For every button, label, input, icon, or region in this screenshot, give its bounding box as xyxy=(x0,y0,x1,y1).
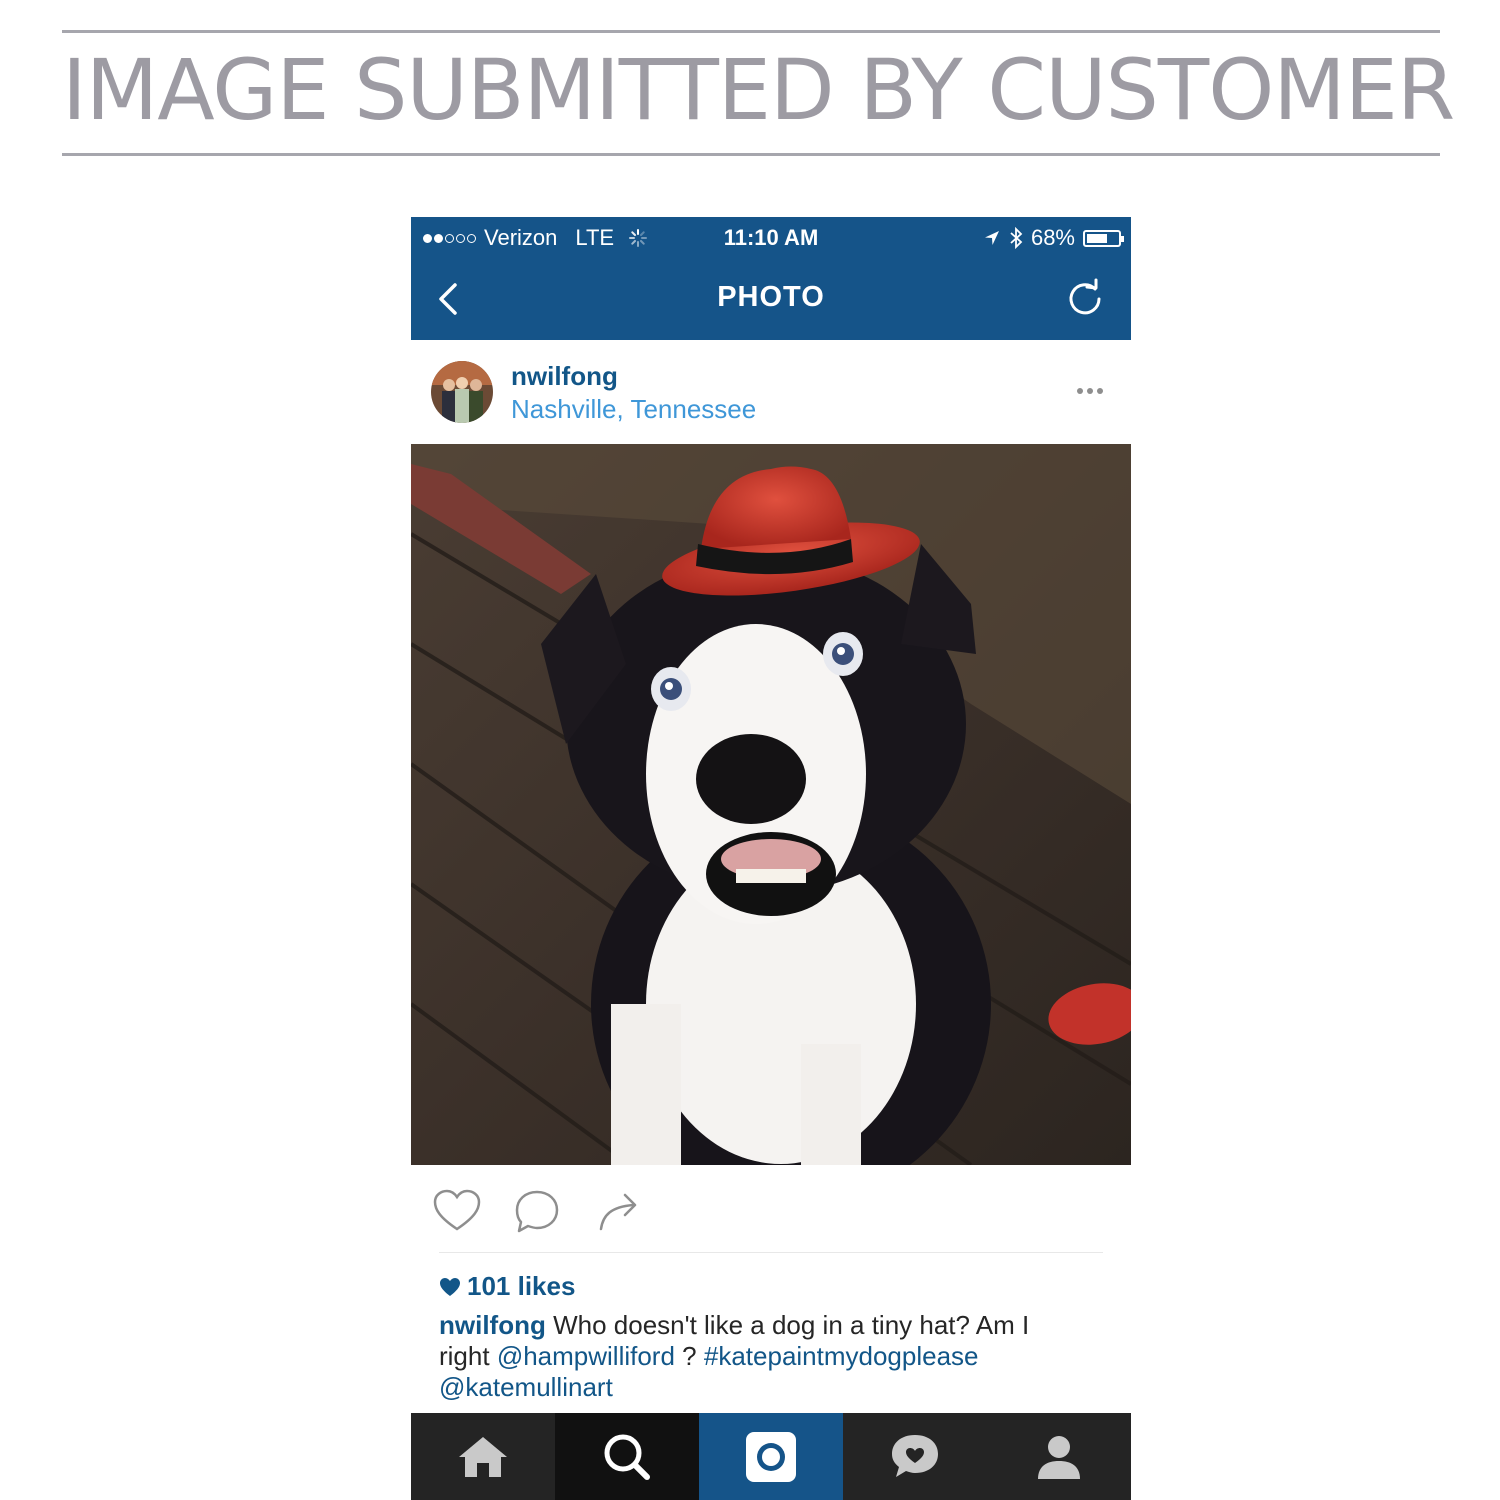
tab-home[interactable] xyxy=(411,1413,555,1500)
nav-bar: PHOTO xyxy=(411,259,1131,340)
caption-mention[interactable]: @hampwilliford xyxy=(497,1341,675,1371)
divider xyxy=(439,1252,1103,1253)
phone-screen: Verizon LTE 11:10 AM 68% PHOTO nwilfong … xyxy=(411,217,1131,1500)
post-username[interactable]: nwilfong xyxy=(511,361,618,392)
more-options-icon[interactable] xyxy=(1077,388,1103,394)
tab-profile[interactable] xyxy=(987,1413,1131,1500)
caption-mention[interactable]: @katemullinart xyxy=(439,1372,613,1402)
page-title: PHOTO xyxy=(717,281,825,313)
post-caption: nwilfong Who doesn't like a dog in a tin… xyxy=(439,1310,1079,1403)
avatar[interactable] xyxy=(431,361,493,423)
post-actions xyxy=(411,1165,1131,1253)
refresh-icon[interactable] xyxy=(1065,277,1105,319)
location-arrow-icon xyxy=(984,231,999,245)
likes-count[interactable]: 101 likes xyxy=(439,1271,575,1302)
tab-camera[interactable] xyxy=(699,1413,843,1500)
share-icon[interactable] xyxy=(593,1187,645,1235)
bluetooth-icon xyxy=(1010,227,1023,249)
caption-hashtag[interactable]: #katepaintmydogplease xyxy=(704,1341,979,1371)
heart-filled-icon xyxy=(440,1277,460,1296)
heart-icon[interactable] xyxy=(431,1187,483,1235)
battery-icon xyxy=(1083,229,1124,247)
tab-activity[interactable] xyxy=(843,1413,987,1500)
banner-top-rule xyxy=(62,30,1440,33)
banner-bottom-rule xyxy=(62,153,1440,156)
camera-icon xyxy=(746,1431,796,1482)
post-photo[interactable] xyxy=(411,444,1131,1165)
activity-icon xyxy=(892,1434,938,1477)
caption-separator: ? xyxy=(682,1341,697,1371)
status-bar: Verizon LTE 11:10 AM 68% xyxy=(411,217,1131,259)
likes-label: 101 likes xyxy=(467,1271,576,1301)
home-icon xyxy=(459,1436,507,1477)
profile-icon xyxy=(1038,1435,1080,1479)
post-header: nwilfong Nashville, Tennessee xyxy=(411,340,1131,444)
post-location[interactable]: Nashville, Tennessee xyxy=(511,394,756,425)
comment-icon[interactable] xyxy=(511,1187,563,1235)
caption-username[interactable]: nwilfong xyxy=(439,1310,546,1340)
banner-title: IMAGE SUBMITTED BY CUSTOMER xyxy=(62,41,1455,139)
search-icon xyxy=(604,1434,650,1480)
tab-bar xyxy=(411,1413,1131,1500)
tab-search[interactable] xyxy=(555,1413,699,1500)
battery-percent: 68% xyxy=(1030,225,1075,250)
